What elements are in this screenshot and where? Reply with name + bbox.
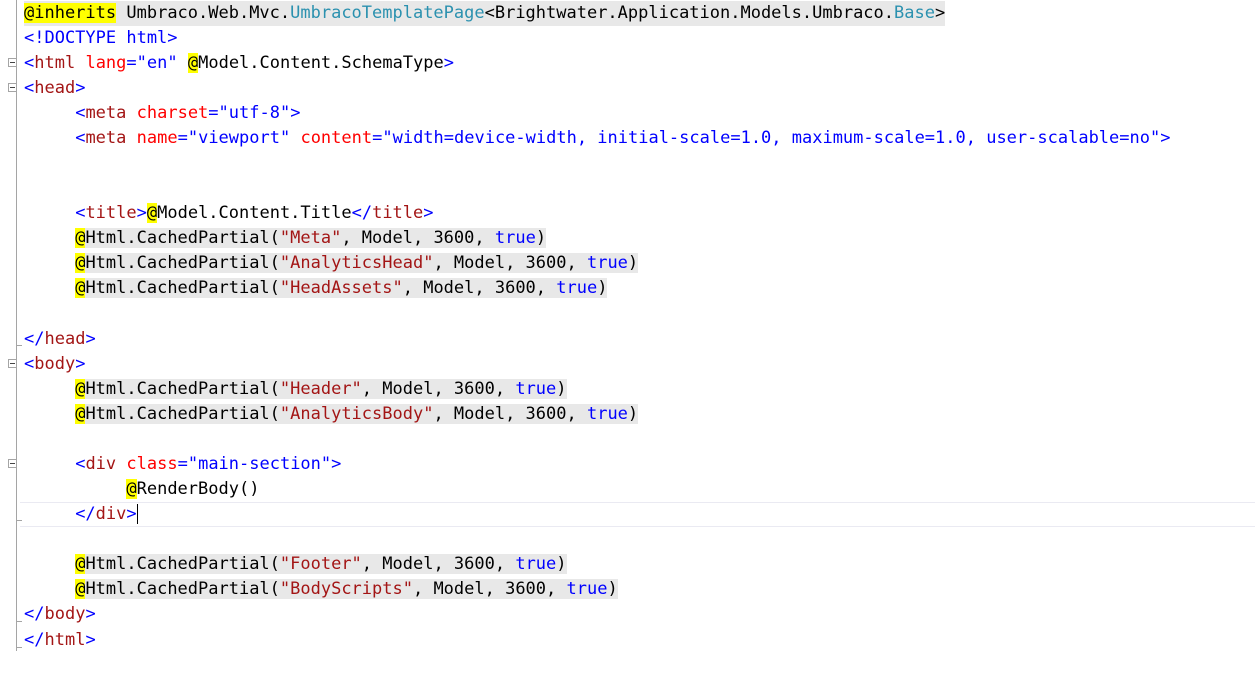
attr-name: lang xyxy=(85,53,127,73)
code-line-partial-body-scripts[interactable]: @Html.CachedPartial("BodyScripts", Model… xyxy=(24,577,618,602)
code-line-title[interactable]: <title>@Model.Content.Title</title> xyxy=(24,201,434,226)
code-line-partial-head-assets[interactable]: @Html.CachedPartial("HeadAssets", Model,… xyxy=(24,276,608,301)
tag-name: div xyxy=(95,504,127,524)
tag-name: head xyxy=(44,329,86,349)
method-call: Html.CachedPartial( xyxy=(85,404,280,424)
code-line-html-close[interactable]: </html> xyxy=(24,628,96,653)
razor-expr: Model.Content.SchemaType xyxy=(198,53,444,73)
keyword: true xyxy=(586,404,628,424)
call-args: , Model, 3600, xyxy=(433,253,587,273)
collapse-div-icon[interactable] xyxy=(8,459,17,468)
method-call: Html.CachedPartial( xyxy=(85,554,280,574)
string-literal: "BodyScripts" xyxy=(279,579,413,599)
collapse-body-icon[interactable] xyxy=(8,359,17,368)
fold-end-marker xyxy=(16,647,22,648)
code-editor[interactable]: @inherits Umbraco.Web.Mvc.UmbracoTemplat… xyxy=(0,0,1255,679)
string-literal: "HeadAssets" xyxy=(279,278,403,298)
type-name: Base xyxy=(894,3,935,23)
keyword: true xyxy=(586,253,628,273)
string-literal: "Meta" xyxy=(279,228,342,248)
code-line-div-open[interactable]: <div class="main-section"> xyxy=(24,452,341,477)
string-literal: "AnalyticsHead" xyxy=(279,253,434,273)
collapse-html-icon[interactable] xyxy=(8,58,17,67)
keyword: true xyxy=(515,379,557,399)
attr-value: "viewport" xyxy=(187,128,291,148)
string-literal: "Footer" xyxy=(279,554,362,574)
outline-margin xyxy=(16,0,17,651)
code-line-partial-meta[interactable]: @Html.CachedPartial("Meta", Model, 3600,… xyxy=(24,226,547,251)
code-line-body-close[interactable]: </body> xyxy=(24,602,96,627)
attr-value: "utf-8" xyxy=(218,103,291,123)
attr-name: content xyxy=(300,128,373,148)
tag-name: html xyxy=(44,630,86,650)
keyword: true xyxy=(494,228,536,248)
type-name: UmbracoTemplatePage xyxy=(290,3,485,23)
tag-name: body xyxy=(44,604,86,624)
doctype: <!DOCTYPE html> xyxy=(24,28,178,48)
call-args: , Model, 3600, xyxy=(341,228,495,248)
razor-directive: @inherits xyxy=(24,3,117,23)
string-literal: "Header" xyxy=(279,379,362,399)
method-call: Html.CachedPartial( xyxy=(85,278,280,298)
code-line-meta-charset[interactable]: <meta charset="utf-8"> xyxy=(24,101,300,126)
fold-end-marker xyxy=(16,621,22,622)
tag-name: head xyxy=(34,78,76,98)
razor-at: @ xyxy=(146,203,158,223)
text-caret xyxy=(136,504,138,524)
tag-name: body xyxy=(34,354,76,374)
code-line-partial-header[interactable]: @Html.CachedPartial("Header", Model, 360… xyxy=(24,377,567,402)
code-line-doctype[interactable]: <!DOCTYPE html> xyxy=(24,26,178,51)
attr-value: "en" xyxy=(136,53,178,73)
collapse-head-icon[interactable] xyxy=(8,83,17,92)
code-line-partial-analytics-head[interactable]: @Html.CachedPartial("AnalyticsHead", Mod… xyxy=(24,251,639,276)
code-line-render-body[interactable]: @RenderBody() xyxy=(24,477,259,502)
code-line-head-close[interactable]: </head> xyxy=(24,327,96,352)
attr-value: "main-section" xyxy=(187,454,332,474)
code-line-head-open[interactable]: <head> xyxy=(24,76,85,101)
razor-expr: RenderBody() xyxy=(136,479,260,499)
code-line-partial-footer[interactable]: @Html.CachedPartial("Footer", Model, 360… xyxy=(24,552,567,577)
attr-name: charset xyxy=(136,103,209,123)
code-line-partial-analytics-body[interactable]: @Html.CachedPartial("AnalyticsBody", Mod… xyxy=(24,402,639,427)
razor-at: @ xyxy=(187,53,199,73)
attr-name: name xyxy=(136,128,178,148)
call-args: , Model, 3600, xyxy=(433,404,587,424)
fold-end-marker xyxy=(16,345,22,346)
method-call: Html.CachedPartial( xyxy=(85,228,280,248)
code-line-inherits[interactable]: @inherits Umbraco.Web.Mvc.UmbracoTemplat… xyxy=(24,1,946,26)
method-call: Html.CachedPartial( xyxy=(85,379,280,399)
tag-name: title xyxy=(85,203,137,223)
razor-expr: Model.Content.Title xyxy=(157,203,352,223)
generic-arg: <Brightwater.Application.Models.Umbraco. xyxy=(484,3,895,23)
call-args: , Model, 3600, xyxy=(361,379,516,399)
string-literal: "AnalyticsBody" xyxy=(279,404,434,424)
current-line-highlight xyxy=(20,502,1255,527)
code-line-body-open[interactable]: <body> xyxy=(24,352,85,377)
attr-value: "width=device-width, initial-scale=1.0, … xyxy=(382,128,1161,148)
attr-name: class xyxy=(126,454,178,474)
code-line-meta-viewport[interactable]: <meta name="viewport" content="width=dev… xyxy=(24,126,1170,151)
keyword: true xyxy=(566,579,608,599)
code-line-html-open[interactable]: <html lang="en" @Model.Content.SchemaTyp… xyxy=(24,51,454,76)
code-line-div-close[interactable]: </div> xyxy=(24,502,138,527)
tag-name: div xyxy=(85,454,117,474)
keyword: true xyxy=(515,554,557,574)
method-call: Html.CachedPartial( xyxy=(85,253,280,273)
namespace: Umbraco.Web.Mvc. xyxy=(126,3,291,23)
keyword: true xyxy=(556,278,598,298)
method-call: Html.CachedPartial( xyxy=(85,579,280,599)
call-args: , Model, 3600, xyxy=(402,278,557,298)
tag-name: html xyxy=(34,53,76,73)
generic-close: > xyxy=(934,3,946,23)
call-args: , Model, 3600, xyxy=(361,554,516,574)
call-args: , Model, 3600, xyxy=(412,579,567,599)
